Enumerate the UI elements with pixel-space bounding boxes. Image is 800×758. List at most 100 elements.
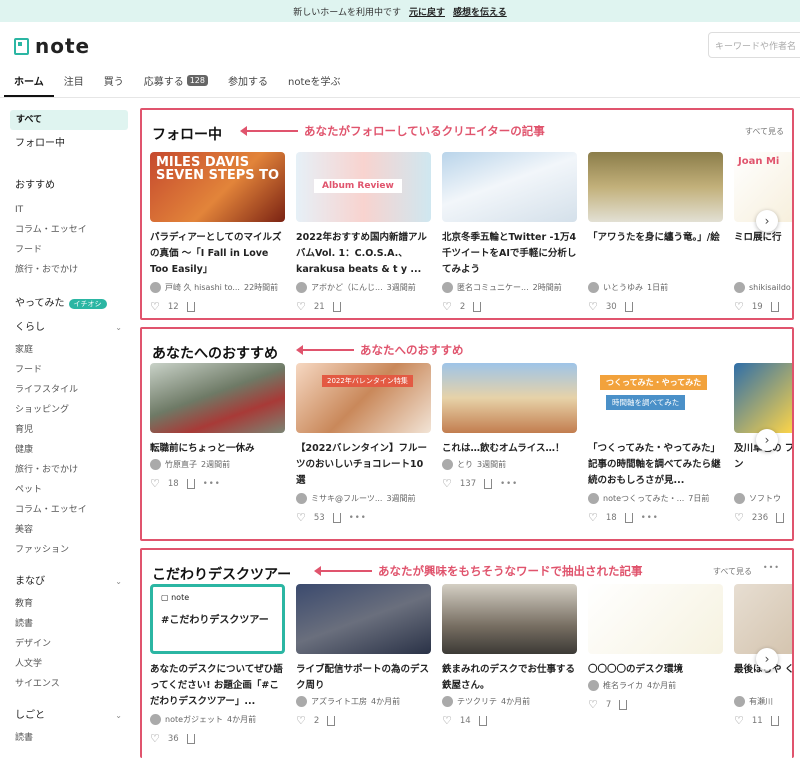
sidebar-item-food[interactable]: フード (0, 240, 136, 260)
tab-join[interactable]: 参加する (218, 73, 278, 97)
article-card[interactable]: これは…飲むオムライス…！ とり 3週間前 ♡ 137 ••• (442, 363, 577, 524)
article-thumbnail[interactable] (150, 363, 285, 433)
article-thumbnail[interactable]: Album Review (296, 152, 431, 222)
logo[interactable]: note (14, 34, 90, 58)
avatar[interactable] (442, 696, 453, 707)
tab-home[interactable]: ホーム (4, 73, 54, 97)
see-all-link[interactable]: すべて見る (745, 126, 784, 137)
more-icon[interactable]: ••• (763, 563, 780, 572)
feedback-link[interactable]: 感想を伝える (453, 5, 507, 18)
sidebar-item-travel[interactable]: 旅行・おでかけ (0, 460, 136, 480)
heart-icon[interactable]: ♡ (150, 300, 160, 313)
more-icon[interactable]: ••• (203, 479, 221, 489)
revert-link[interactable]: 元に戻す (409, 5, 445, 18)
chevron-down-icon[interactable]: ⌄ (115, 570, 122, 594)
sidebar-item-beauty[interactable]: 美容 (0, 520, 136, 540)
heart-icon[interactable]: ♡ (296, 714, 306, 727)
tab-apply[interactable]: 応募する 128 (134, 73, 218, 97)
sidebar-item-travel[interactable]: 旅行・おでかけ (0, 260, 136, 280)
heart-icon[interactable]: ♡ (734, 511, 744, 524)
article-title[interactable]: 「つくってみた・やってみた」記事の時間軸を調べてみたら継続のおもしろさが見... (588, 441, 723, 489)
article-card[interactable]: MILES DAVIS SEVEN STEPS TO パラディアーとしてのマイル… (150, 152, 285, 313)
heart-icon[interactable]: ♡ (150, 732, 160, 745)
author-name[interactable]: 竹原直子 (165, 459, 197, 470)
avatar[interactable] (734, 282, 745, 293)
article-thumbnail[interactable] (588, 584, 723, 654)
heart-icon[interactable]: ♡ (442, 477, 452, 490)
bookmark-icon[interactable] (186, 478, 195, 489)
more-icon[interactable]: ••• (641, 513, 659, 523)
article-title[interactable]: パラディアーとしてのマイルズの真価 〜「I Fall in Love Too E… (150, 230, 285, 278)
article-thumbnail[interactable] (734, 584, 792, 654)
sidebar-item-column[interactable]: コラム・エッセイ (0, 500, 136, 520)
article-thumbnail[interactable] (442, 152, 577, 222)
bookmark-icon[interactable] (619, 699, 628, 710)
article-title[interactable]: あなたのデスクについてぜひ語ってください! お題企画「#こだわりデスクツアー」.… (150, 662, 285, 710)
article-title[interactable]: 2022年おすすめ国内新譜アルバムVol. 1：C.O.S.A.、karakus… (296, 230, 431, 278)
avatar[interactable] (588, 680, 599, 691)
article-card[interactable]: 2022年バレンタイン特集 【2022バレンタイン】フルーツのおいしいチョコレー… (296, 363, 431, 524)
article-card[interactable]: Album Review 2022年おすすめ国内新譜アルバムVol. 1：C.O… (296, 152, 431, 313)
bookmark-icon[interactable] (776, 512, 785, 523)
bookmark-icon[interactable] (327, 715, 336, 726)
sidebar-item-it[interactable]: IT (0, 200, 136, 220)
avatar[interactable] (150, 282, 161, 293)
heart-icon[interactable]: ♡ (442, 714, 452, 727)
article-card[interactable]: 北京冬季五輪とTwitter -1万4千ツイートをAIで手軽に分析してみよう 匿… (442, 152, 577, 313)
article-thumbnail[interactable] (442, 584, 577, 654)
article-thumbnail[interactable] (296, 584, 431, 654)
sidebar-item-home[interactable]: 家庭 (0, 340, 136, 360)
author-name[interactable]: ソフトウ (749, 493, 781, 504)
author-name[interactable]: shikisaildo (749, 283, 791, 292)
sidebar-item-yattemita[interactable]: やってみた イチオシ (0, 292, 136, 316)
article-title[interactable]: ミロ展に行 (734, 230, 792, 278)
heart-icon[interactable]: ♡ (296, 300, 306, 313)
chevron-right-icon[interactable]: › (756, 210, 778, 232)
more-icon[interactable]: ••• (349, 513, 367, 523)
article-thumbnail[interactable] (588, 152, 723, 222)
sidebar-item-parenting[interactable]: 育児 (0, 420, 136, 440)
heart-icon[interactable]: ♡ (588, 698, 598, 711)
bookmark-icon[interactable] (186, 301, 195, 312)
sidebar-item-education[interactable]: 教育 (0, 594, 136, 614)
heart-icon[interactable]: ♡ (150, 477, 160, 490)
bookmark-icon[interactable] (473, 301, 482, 312)
heart-icon[interactable]: ♡ (296, 511, 306, 524)
heart-icon[interactable]: ♡ (442, 300, 452, 313)
article-card[interactable]: 鉄まみれのデスクでお仕事する鉄屋さん。 テツクリテ 4か月前 ♡ 14 (442, 584, 577, 745)
article-title[interactable]: 【2022バレンタイン】フルーツのおいしいチョコレート10選 (296, 441, 431, 489)
avatar[interactable] (734, 696, 745, 707)
bookmark-icon[interactable] (770, 301, 779, 312)
author-name[interactable]: ミサキ@フルーツ... (311, 493, 382, 504)
avatar[interactable] (442, 459, 453, 470)
avatar[interactable] (296, 696, 307, 707)
bookmark-icon[interactable] (624, 512, 633, 523)
author-name[interactable]: 椎名ライカ (603, 680, 643, 691)
article-thumbnail[interactable] (442, 363, 577, 433)
sidebar-item-food[interactable]: フード (0, 360, 136, 380)
bookmark-icon[interactable] (332, 512, 341, 523)
avatar[interactable] (588, 282, 599, 293)
bookmark-icon[interactable] (770, 715, 779, 726)
chevron-right-icon[interactable]: › (756, 648, 778, 670)
author-name[interactable]: テツクリテ (457, 696, 497, 707)
author-name[interactable]: いとうゆみ (603, 282, 643, 293)
chevron-down-icon[interactable]: ⌄ (115, 704, 122, 728)
article-card[interactable]: つくってみた・やってみた 時間軸を調べてみた 「つくってみた・やってみた」記事の時… (588, 363, 723, 524)
sidebar-head-kurashi[interactable]: くらし ⌄ (0, 316, 136, 340)
article-thumbnail[interactable]: 2022年バレンタイン特集 (296, 363, 431, 433)
article-card[interactable]: ▢ note #こだわりデスクツアー あなたのデスクについてぜひ語ってください! … (150, 584, 285, 745)
heart-icon[interactable]: ♡ (734, 300, 744, 313)
author-name[interactable]: noteつくってみた・... (603, 493, 684, 504)
search-input[interactable]: キーワードや作者名 (708, 32, 800, 58)
author-name[interactable]: とり (457, 459, 473, 470)
bookmark-icon[interactable] (484, 478, 493, 489)
avatar[interactable] (588, 493, 599, 504)
article-thumbnail[interactable]: つくってみた・やってみた 時間軸を調べてみた (588, 363, 723, 433)
sidebar-head-osusume[interactable]: おすすめ (0, 176, 136, 196)
bookmark-icon[interactable] (478, 715, 487, 726)
author-name[interactable]: アズライト工房 (311, 696, 367, 707)
heart-icon[interactable]: ♡ (734, 714, 744, 727)
sidebar-item-health[interactable]: 健康 (0, 440, 136, 460)
sidebar-item-reading[interactable]: 読書 (0, 728, 136, 748)
